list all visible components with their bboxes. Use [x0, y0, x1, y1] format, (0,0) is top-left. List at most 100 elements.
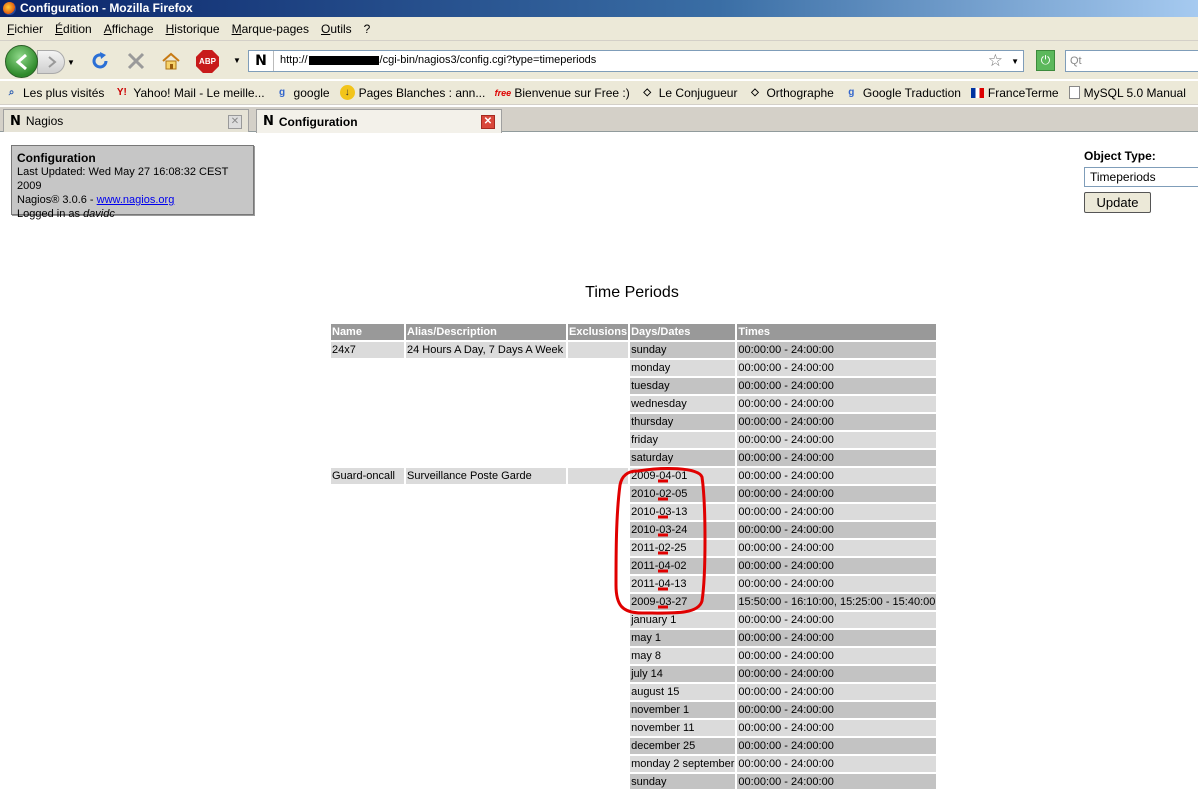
bookmark-label: Orthographe: [766, 85, 834, 100]
cell-alias: [406, 432, 566, 448]
bookmark-item[interactable]: ◇ Orthographe: [747, 85, 834, 100]
cell-day: november 1: [630, 702, 736, 718]
cell-alias: [406, 774, 566, 789]
page-content: Configuration Last Updated: Wed May 27 1…: [0, 133, 1198, 789]
bookmark-item[interactable]: g Google Traduction: [844, 85, 961, 100]
cell-name: [331, 558, 404, 574]
menu-marque-pages[interactable]: Marque-pages: [232, 22, 309, 36]
table-row: tuesday 00:00:00 - 24:00:00: [331, 378, 937, 394]
table-row: saturday 00:00:00 - 24:00:00: [331, 450, 937, 466]
forward-arrow-icon: [48, 56, 57, 68]
menu-help[interactable]: ?: [364, 22, 371, 36]
adblock-dropdown-icon[interactable]: ▼: [233, 56, 241, 65]
bookmark-item[interactable]: ↓ Pages Blanches : ann...: [339, 85, 485, 100]
page-icon: [1068, 86, 1080, 99]
table-row: 2011-04-02 00:00:00 - 24:00:00: [331, 558, 937, 574]
table-body: 24x7 24 Hours A Day, 7 Days A Week sunday 0…: [331, 342, 937, 789]
cell-name: [331, 738, 404, 754]
header-days: Days/Dates: [630, 324, 736, 340]
cell-day: monday: [630, 360, 736, 376]
cell-exclusions: [568, 576, 628, 592]
cell-name: [331, 594, 404, 610]
back-button[interactable]: [5, 45, 38, 78]
cell-time: 00:00:00 - 24:00:00: [737, 414, 937, 430]
info-box: Configuration Last Updated: Wed May 27 1…: [11, 145, 254, 220]
cell-time: 00:00:00 - 24:00:00: [737, 360, 937, 376]
update-button[interactable]: Update: [1084, 192, 1151, 213]
bookmark-star-icon[interactable]: ☆: [988, 51, 1003, 71]
cell-day: 2010-02-05: [630, 486, 736, 502]
table-row: 2009-03-27 15:50:00 - 16:10:00, 15:25:00 …: [331, 594, 937, 610]
menu-historique[interactable]: Historique: [166, 22, 220, 36]
nagios-icon: N: [10, 113, 21, 129]
cell-day: 2010-03-13: [630, 504, 736, 520]
address-bar[interactable]: N http:// /cgi-bin/nagios3/config.cgi?typ…: [248, 50, 1024, 72]
cell-name: [331, 540, 404, 556]
table-row: 2010-03-13 00:00:00 - 24:00:00: [331, 504, 937, 520]
cell-exclusions: [568, 558, 628, 574]
reload-icon[interactable]: [89, 50, 111, 72]
adblock-icon[interactable]: ABP: [196, 50, 219, 73]
bookmark-item[interactable]: free Bienvenue sur Free :): [495, 85, 630, 100]
last-updated: Last Updated: Wed May 27 16:08:32 CEST 2…: [17, 166, 229, 192]
bookmark-item[interactable]: Y! Yahoo! Mail - Le meille...: [114, 85, 265, 100]
power-icon[interactable]: ⏻: [1036, 50, 1055, 71]
tab-nagios[interactable]: N Nagios ✕: [3, 109, 249, 132]
cell-name: 24x7: [331, 342, 404, 358]
tab-configuration[interactable]: N Configuration ✕: [256, 109, 502, 133]
stop-icon[interactable]: [125, 50, 147, 72]
cell-alias: 24 Hours A Day, 7 Days A Week: [406, 342, 566, 358]
header-name: Name: [331, 324, 404, 340]
bookmark-item[interactable]: FranceTerme: [970, 85, 1059, 100]
nagios-link[interactable]: www.nagios.org: [97, 194, 175, 206]
bookmark-label: google: [293, 85, 330, 100]
table-row: november 1 00:00:00 - 24:00:00: [331, 702, 937, 718]
menu-affichage[interactable]: Affichage: [104, 22, 154, 36]
forward-button[interactable]: [37, 50, 65, 74]
home-icon[interactable]: [160, 50, 182, 72]
menu-edition[interactable]: Édition: [55, 22, 92, 36]
cell-name: [331, 756, 404, 772]
cell-day: july 14: [630, 666, 736, 682]
close-icon[interactable]: ✕: [481, 115, 495, 129]
cell-name: [331, 630, 404, 646]
search-input[interactable]: Qt: [1065, 50, 1198, 72]
cell-time: 00:00:00 - 24:00:00: [737, 468, 937, 484]
nagios-site-icon: N: [255, 53, 267, 69]
cell-exclusions: [568, 486, 628, 502]
cell-name: [331, 702, 404, 718]
magnifier-icon: ⌕: [8, 87, 15, 98]
cell-time: 00:00:00 - 24:00:00: [737, 522, 937, 538]
object-type-label: Object Type:: [1084, 149, 1156, 163]
cell-name: [331, 504, 404, 520]
table-row: thursday 00:00:00 - 24:00:00: [331, 414, 937, 430]
history-dropdown-icon[interactable]: ▼: [67, 58, 75, 67]
menu-bar: Fichier Édition Affichage Historique Mar…: [0, 17, 1198, 41]
bookmark-item[interactable]: g google: [275, 85, 330, 100]
cell-time: 00:00:00 - 24:00:00: [737, 342, 937, 358]
cell-name: [331, 450, 404, 466]
url-dropdown-icon[interactable]: ▼: [1011, 57, 1019, 66]
header-times: Times: [737, 324, 937, 340]
diamond-icon: ◇: [751, 87, 759, 98]
cell-day: friday: [630, 432, 736, 448]
bookmark-label: FranceTerme: [987, 85, 1059, 100]
menu-fichier[interactable]: Fichier: [7, 22, 43, 36]
bookmark-item[interactable]: ⌕ Les plus visités: [4, 85, 105, 100]
bookmark-item[interactable]: MySQL 5.0 Manual: [1068, 86, 1186, 100]
cell-alias: [406, 630, 566, 646]
cell-name: [331, 432, 404, 448]
url-text[interactable]: http:// /cgi-bin/nagios3/config.cgi?type=…: [280, 54, 596, 66]
object-type-select[interactable]: Timeperiods: [1084, 167, 1198, 187]
table-row: november 11 00:00:00 - 24:00:00: [331, 720, 937, 736]
cell-exclusions: [568, 540, 628, 556]
cell-time: 00:00:00 - 24:00:00: [737, 756, 937, 772]
table-row: sunday 00:00:00 - 24:00:00: [331, 774, 937, 789]
close-icon[interactable]: ✕: [228, 115, 242, 129]
google-icon: g: [848, 87, 855, 98]
cell-exclusions: [568, 684, 628, 700]
table-row: august 15 00:00:00 - 24:00:00: [331, 684, 937, 700]
logged-in-label: Logged in as: [17, 208, 84, 220]
bookmark-item[interactable]: ◇ Le Conjugueur: [640, 85, 737, 100]
menu-outils[interactable]: Outils: [321, 22, 352, 36]
